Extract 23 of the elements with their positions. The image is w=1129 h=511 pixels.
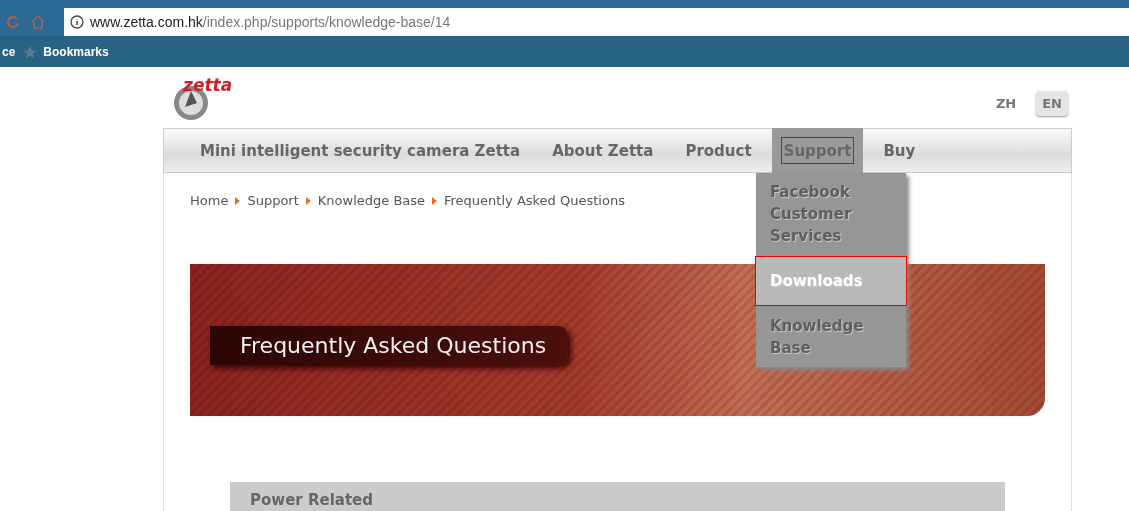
language-button[interactable]: EN: [1036, 91, 1068, 116]
accordion-header[interactable]: Power Related: [230, 482, 1005, 511]
nav-link[interactable]: Product: [673, 141, 764, 160]
bookmark-link[interactable]: ce: [2, 44, 16, 59]
bookmarks-link[interactable]: Bookmarks: [43, 44, 109, 59]
star-icon: [23, 44, 38, 59]
triangle-icon: [305, 196, 311, 205]
nav-link[interactable]: Mini intelligent security camera Zetta: [188, 141, 533, 160]
breadcrumb-link[interactable]: Support: [247, 193, 299, 208]
triangle-icon: [432, 196, 438, 205]
reload-icon[interactable]: [6, 15, 20, 29]
breadcrumb-link[interactable]: Home: [190, 193, 229, 208]
address-bar[interactable]: www.zetta.com.hk/index.php/supports/knowledge-base/14: [64, 8, 1129, 36]
triangle-icon: [235, 196, 241, 205]
breadcrumb-link[interactable]: Frequently Asked Questions: [444, 193, 625, 208]
nav-link[interactable]: Buy: [871, 141, 928, 160]
home-icon[interactable]: [30, 15, 46, 29]
language-button[interactable]: ZH: [989, 91, 1023, 116]
info-icon: [70, 15, 84, 29]
breadcrumb-link[interactable]: Knowledge Base: [317, 193, 426, 208]
banner-title: Frequently Asked Questions: [210, 325, 569, 365]
logo-text: zetta: [183, 75, 233, 95]
nav-link[interactable]: About Zetta: [540, 141, 666, 160]
